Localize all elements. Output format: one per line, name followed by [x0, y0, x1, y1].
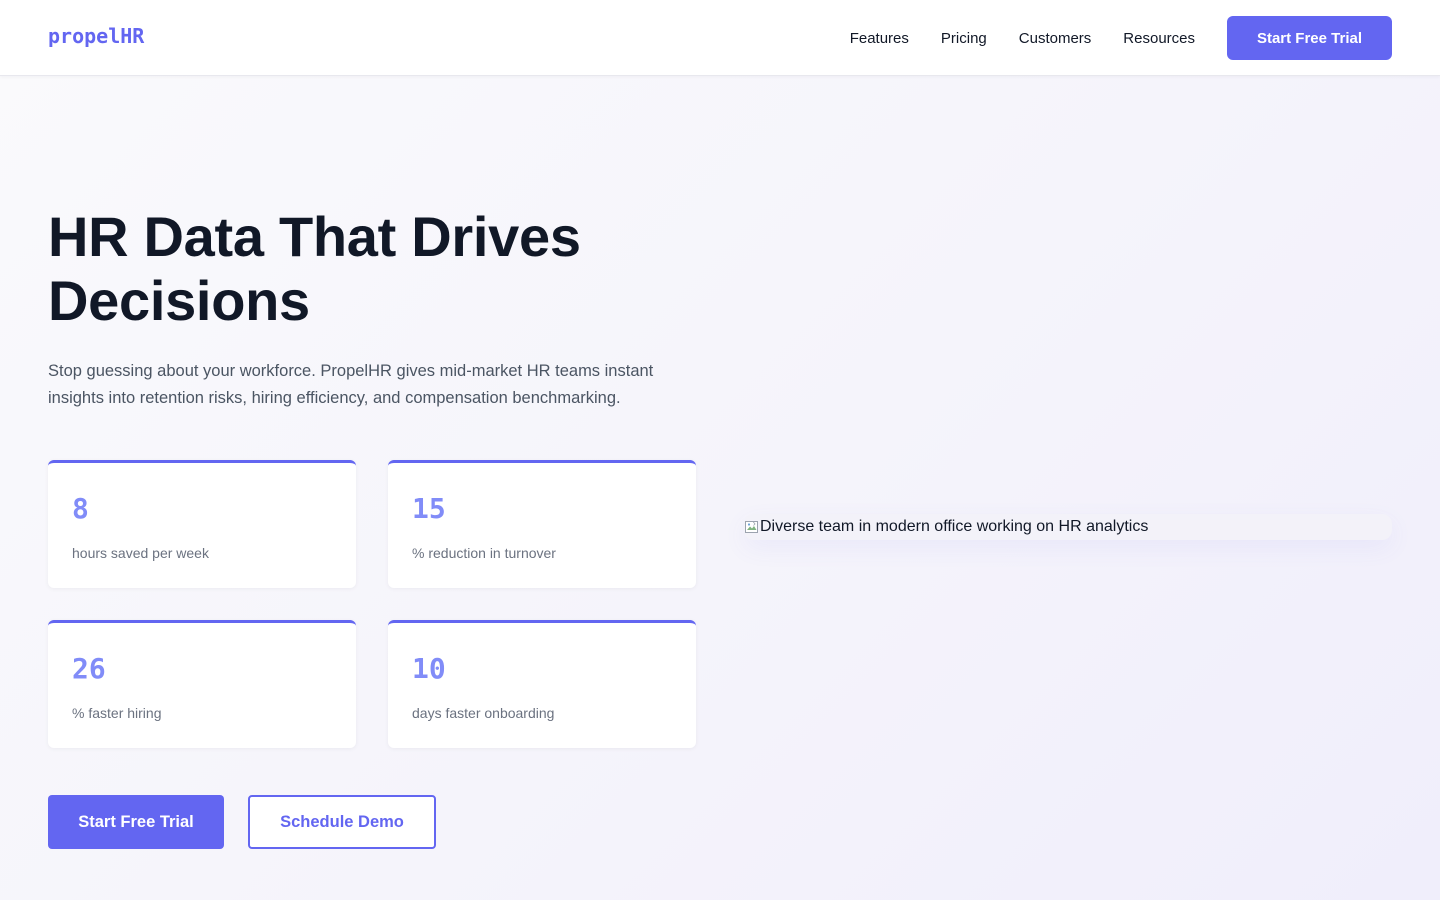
stat-card-turnover: 15 % reduction in turnover — [388, 460, 696, 588]
stat-value: 10 — [412, 652, 446, 685]
stat-value: 8 — [72, 492, 89, 525]
start-free-trial-button[interactable]: Start Free Trial — [48, 795, 224, 849]
stat-label: hours saved per week — [72, 545, 209, 561]
broken-image-icon — [744, 519, 760, 535]
nav-start-trial-button[interactable]: Start Free Trial — [1227, 16, 1392, 60]
stat-label: days faster onboarding — [412, 705, 555, 721]
stat-label: % reduction in turnover — [412, 545, 556, 561]
hero-subtitle: Stop guessing about your workforce. Prop… — [48, 362, 654, 407]
nav-link-resources[interactable]: Resources — [1123, 30, 1195, 47]
stat-label: % faster hiring — [72, 705, 162, 721]
schedule-demo-button[interactable]: Schedule Demo — [248, 795, 436, 849]
hero-title: HR Data That Drives Decisions — [48, 205, 581, 332]
stat-value: 26 — [72, 652, 106, 685]
hero-image-alt-text: Diverse team in modern office working on… — [760, 518, 1149, 535]
nav-link-customers[interactable]: Customers — [1019, 30, 1092, 47]
stat-value: 15 — [412, 492, 446, 525]
main-nav: Features Pricing Customers Resources — [850, 0, 1195, 76]
site-header: propelHR Features Pricing Customers Reso… — [0, 0, 1440, 76]
stat-card-hiring: 26 % faster hiring — [48, 620, 356, 748]
nav-link-pricing[interactable]: Pricing — [941, 30, 987, 47]
logo[interactable]: propelHR — [48, 24, 144, 48]
stat-card-onboarding: 10 days faster onboarding — [388, 620, 696, 748]
nav-link-features[interactable]: Features — [850, 30, 909, 47]
hero-image: Diverse team in modern office working on… — [744, 514, 1392, 540]
stat-card-hours-saved: 8 hours saved per week — [48, 460, 356, 588]
